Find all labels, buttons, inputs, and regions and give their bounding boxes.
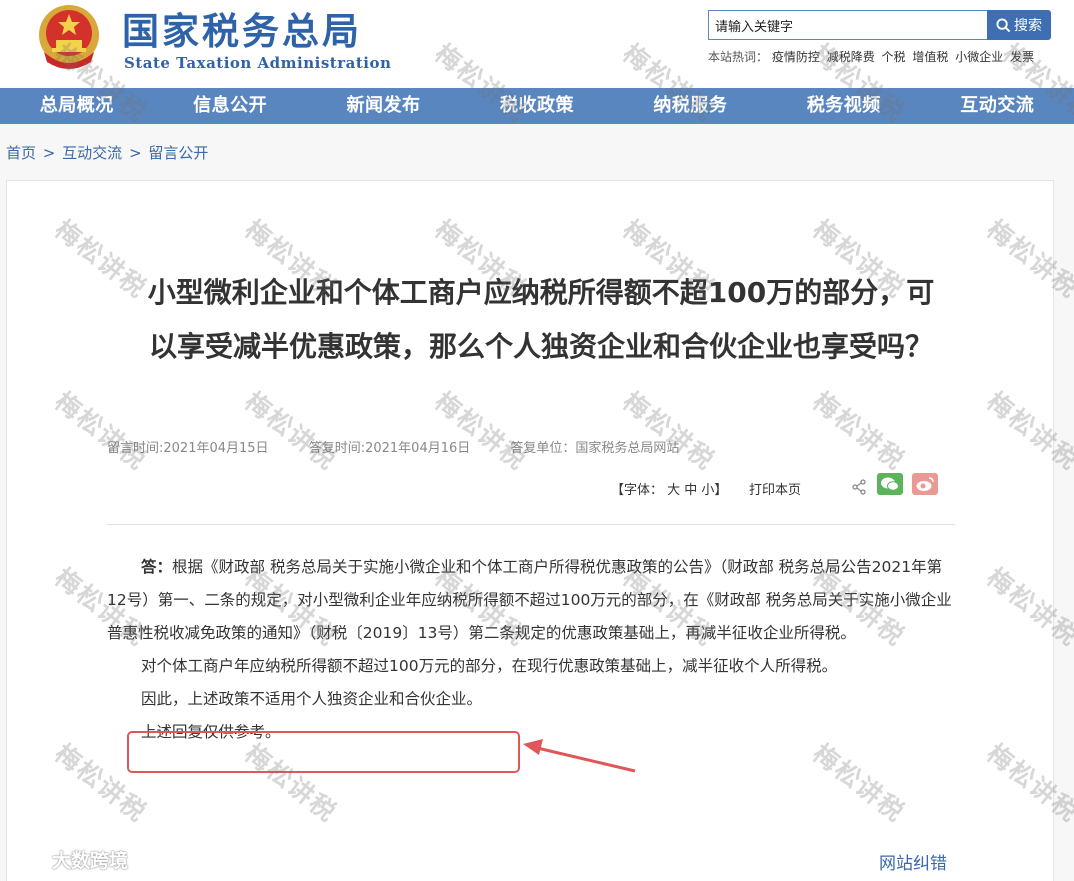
nav-item-service[interactable]: 纳税服务 bbox=[614, 88, 767, 124]
reply-unit: 答复单位：国家税务总局网站 bbox=[510, 441, 680, 456]
search-input[interactable] bbox=[708, 10, 988, 40]
print-button[interactable]: 打印本页 bbox=[749, 479, 801, 498]
answer-label: 答： bbox=[141, 558, 173, 576]
divider bbox=[107, 524, 955, 525]
breadcrumb-current[interactable]: 留言公开 bbox=[148, 144, 208, 162]
site-title-cn: 国家税务总局 bbox=[122, 10, 362, 53]
article-meta: 留言时间:2021年04月15日 答复时间:2021年04月16日 答复单位：国… bbox=[107, 437, 715, 456]
search-button[interactable]: 搜索 bbox=[987, 10, 1051, 40]
hot-word-link[interactable]: 增值税 bbox=[912, 50, 948, 64]
main-nav: 总局概况 信息公开 新闻发布 税收政策 纳税服务 税务视频 互动交流 bbox=[0, 88, 1074, 124]
corner-logo: 大数跨境 bbox=[8, 846, 128, 873]
nav-item-policy[interactable]: 税收政策 bbox=[460, 88, 613, 124]
wechat-share-icon[interactable] bbox=[877, 473, 903, 495]
breadcrumb-interaction[interactable]: 互动交流 bbox=[62, 144, 122, 162]
nav-item-news[interactable]: 新闻发布 bbox=[307, 88, 460, 124]
national-emblem-icon bbox=[39, 5, 99, 69]
nav-item-video[interactable]: 税务视频 bbox=[767, 88, 920, 124]
highlight-box bbox=[127, 731, 520, 773]
article-title: 小型微利企业和个体工商户应纳税所得额不超100万的部分，可以享受减半优惠政策，那… bbox=[147, 276, 935, 363]
message-time: 留言时间:2021年04月15日 bbox=[107, 441, 269, 456]
article-card: 小型微利企业和个体工商户应纳税所得额不超100万的部分，可以享受减半优惠政策，那… bbox=[6, 180, 1054, 881]
hot-word-link[interactable]: 发票 bbox=[1010, 50, 1034, 64]
answer-paragraph-text: 根据《财政部 税务总局关于实施小微企业和个体工商户所得税优惠政策的公告》（财政部… bbox=[107, 558, 952, 642]
nav-item-overview[interactable]: 总局概况 bbox=[0, 88, 153, 124]
hot-word-link[interactable]: 减税降费 bbox=[827, 50, 875, 64]
font-size-control[interactable]: 【字体： 大 中 小】 bbox=[611, 479, 727, 498]
hot-word-link[interactable]: 个税 bbox=[882, 50, 906, 64]
answer-conclusion: 因此，上述政策不适用个人独资企业和合伙企业。 bbox=[141, 690, 483, 708]
article-tools: 【字体： 大 中 小】 打印本页 bbox=[611, 471, 951, 501]
hot-word-link[interactable]: 小微企业 bbox=[955, 50, 1003, 64]
nav-item-interaction[interactable]: 互动交流 bbox=[921, 88, 1074, 124]
answer-body: 答：根据《财政部 税务总局关于实施小微企业和个体工商户所得税优惠政策的公告》（财… bbox=[107, 551, 957, 749]
breadcrumb-separator: > bbox=[128, 144, 142, 162]
search-button-label: 搜索 bbox=[1014, 18, 1042, 34]
weibo-share-icon[interactable] bbox=[912, 473, 938, 495]
site-error-report-link[interactable]: 网站纠错 bbox=[879, 849, 947, 874]
reply-time: 答复时间:2021年04月16日 bbox=[308, 441, 471, 456]
arrow-annotation-icon bbox=[523, 739, 636, 773]
breadcrumb: 首页 > 互动交流 > 留言公开 bbox=[6, 142, 208, 163]
corner-logo-text: 大数跨境 bbox=[52, 850, 129, 872]
answer-paragraph: 答：根据《财政部 税务总局关于实施小微企业和个体工商户所得税优惠政策的公告》（财… bbox=[107, 551, 957, 650]
answer-paragraph: 对个体工商户年应纳税所得额不超过100万元的部分，在现行优惠政策基础上，减半征收… bbox=[141, 657, 838, 675]
search-icon bbox=[996, 17, 1011, 32]
site-header: 国家税务总局 State Taxation Administration 搜索 … bbox=[0, 0, 1074, 88]
logo-icon bbox=[8, 850, 47, 868]
share-icon[interactable] bbox=[851, 479, 867, 495]
site-title-en: State Taxation Administration bbox=[124, 54, 392, 72]
hot-word-link[interactable]: 疫情防控 bbox=[772, 50, 820, 64]
nav-item-disclosure[interactable]: 信息公开 bbox=[153, 88, 306, 124]
breadcrumb-home[interactable]: 首页 bbox=[6, 144, 36, 162]
hot-words-label: 本站热词： bbox=[708, 50, 769, 64]
hot-words: 本站热词： 疫情防控 减税降费 个税 增值税 小微企业 发票 bbox=[708, 48, 1037, 65]
breadcrumb-separator: > bbox=[42, 144, 56, 162]
